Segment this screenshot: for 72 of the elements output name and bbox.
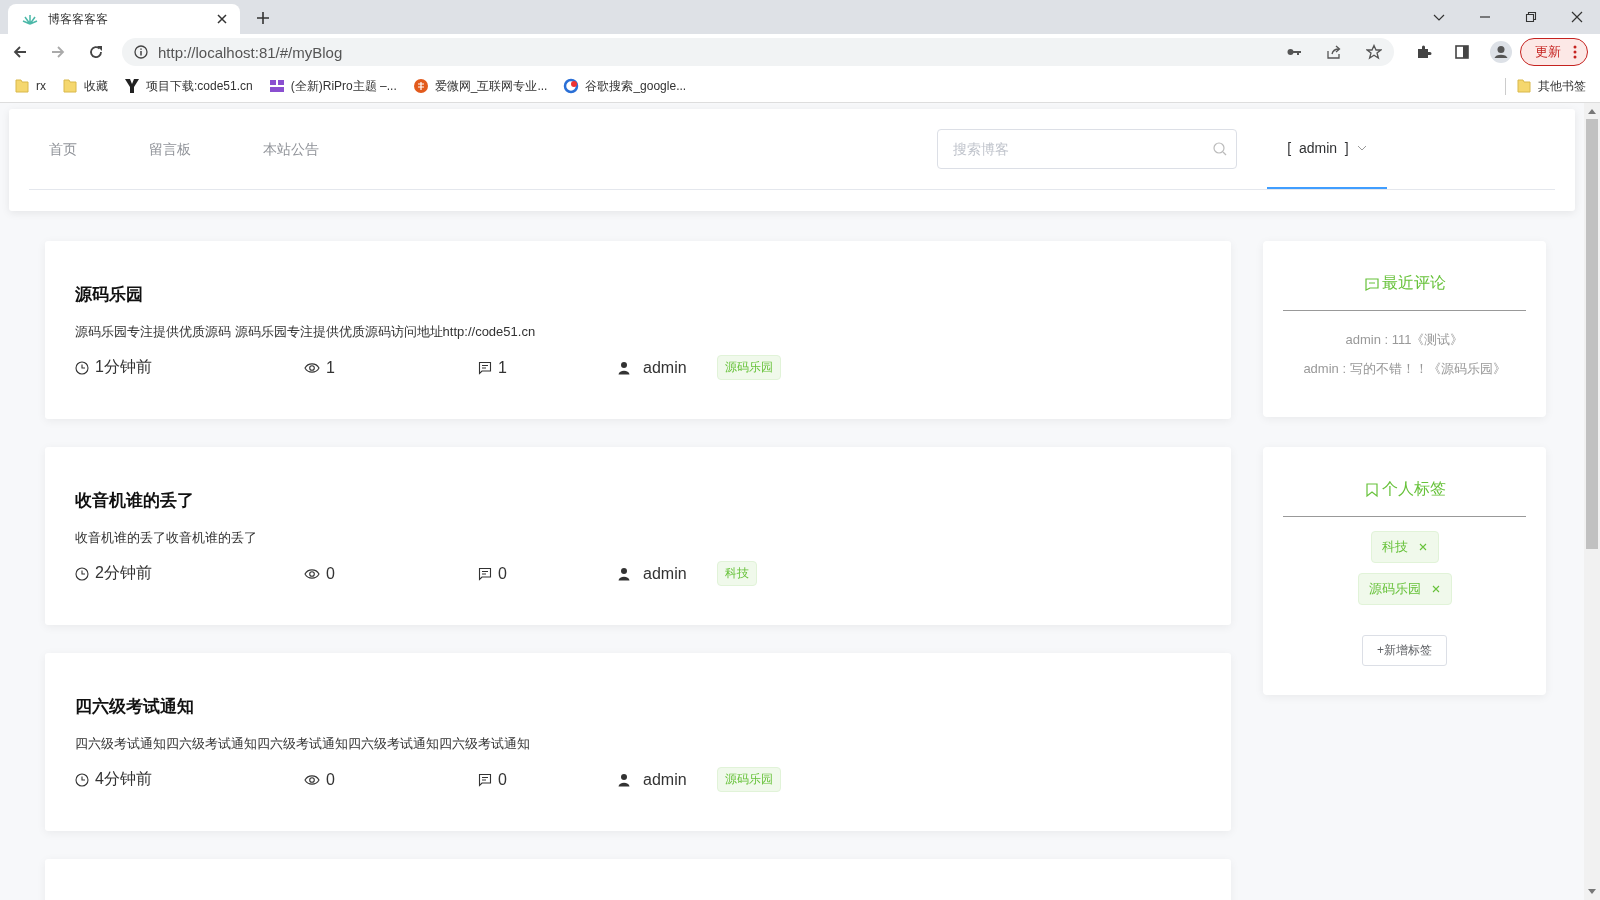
restore-icon[interactable]: [1525, 11, 1537, 23]
comment-icon: [478, 566, 492, 581]
post-title[interactable]: 四六级考试通知: [75, 695, 1201, 718]
bookmark[interactable]: rx: [14, 78, 46, 94]
chat-icon: [1363, 275, 1380, 292]
close-icon[interactable]: [1571, 11, 1583, 23]
comment-icon: [478, 772, 492, 787]
post-time: 2分钟前: [95, 563, 152, 583]
url-text: http://localhost:81/#/myBlog: [158, 43, 343, 61]
card-title: 最近评论: [1381, 273, 1446, 293]
browser-tab[interactable]: 博客客客客: [8, 4, 240, 34]
address-bar[interactable]: http://localhost:81/#/myBlog: [122, 38, 1394, 66]
plus-icon[interactable]: [256, 11, 270, 25]
side-panel-icon[interactable]: [1454, 44, 1470, 60]
info-icon: [134, 45, 148, 59]
post-time: 1分钟前: [95, 357, 152, 377]
view-count: 0: [326, 770, 335, 789]
bookmark[interactable]: 爱微网_互联网专业...: [412, 77, 548, 95]
post-time: 4分钟前: [95, 769, 152, 789]
y-logo-icon: [124, 78, 140, 94]
reload-icon[interactable]: [88, 44, 104, 60]
post-author: admin: [643, 564, 687, 583]
kebab-menu-icon: [1573, 45, 1577, 59]
folder-icon: [62, 78, 78, 94]
close-icon[interactable]: [216, 13, 228, 25]
post-summary: 收音机谁的丢了收音机谁的丢了: [75, 529, 258, 547]
puzzle-icon[interactable]: [1416, 44, 1432, 60]
view-count: 0: [326, 564, 335, 583]
update-button[interactable]: 更新: [1520, 38, 1588, 66]
post-summary: 源码乐园专注提供优质源码 源码乐园专注提供优质源码访问地址http://code51.cn: [75, 323, 537, 341]
user-icon: [617, 566, 631, 581]
bookmark[interactable]: 收藏: [62, 77, 108, 95]
comment-count: 1: [498, 358, 507, 377]
star-icon[interactable]: [1366, 44, 1382, 60]
search-field[interactable]: 搜索博客: [937, 129, 1237, 169]
arrow-up-icon[interactable]: [1588, 108, 1596, 114]
clock-icon: [75, 566, 89, 581]
scrollbar-thumb[interactable]: [1586, 119, 1598, 549]
post-summary: 四六级考试通知四六级考试通知四六级考试通知四六级考试通知四六级考试通知: [75, 735, 531, 753]
arrow-down-icon[interactable]: [1588, 889, 1596, 895]
comment-count: 0: [498, 770, 507, 789]
user-icon: [617, 772, 631, 787]
tab-title: 博客客客客: [48, 10, 109, 28]
folder-icon: [14, 78, 30, 94]
ring-logo-icon: [563, 78, 580, 94]
search-icon: [1213, 142, 1227, 156]
post-author: admin: [643, 770, 687, 789]
clock-icon: [75, 772, 89, 787]
post-title[interactable]: 收音机谁的丢了: [75, 489, 1201, 512]
circle-logo-icon: [412, 78, 429, 94]
post-author: admin: [643, 358, 687, 377]
bookmark[interactable]: 项目下载:code51.cn: [124, 77, 253, 95]
post-title[interactable]: 源码乐园: [75, 283, 1201, 306]
chevron-down-icon: [1356, 143, 1367, 153]
clock-icon: [75, 360, 89, 375]
user-icon: [617, 360, 631, 375]
scrollbar[interactable]: [1584, 103, 1600, 900]
bookmark[interactable]: (全新)RiPro主题 –...: [268, 77, 397, 95]
share-icon[interactable]: [1326, 44, 1342, 60]
add-tag-button[interactable]: +新增标签: [1362, 635, 1447, 666]
site-logo-icon: [268, 78, 285, 94]
comment-icon: [478, 360, 492, 375]
bookmark[interactable]: 其他书签: [1505, 77, 1586, 95]
user-menu[interactable]: [ admin ]: [1267, 109, 1387, 189]
card-title: 个人标签: [1381, 479, 1446, 499]
bookmark[interactable]: 谷歌搜索_google...: [563, 77, 687, 95]
folder-icon: [1516, 78, 1532, 94]
back-arrow-icon[interactable]: [12, 44, 28, 60]
comment-count: 0: [498, 564, 507, 583]
view-count: 1: [326, 358, 335, 377]
profile-icon[interactable]: [1490, 41, 1512, 63]
bookmark-icon: [1363, 481, 1380, 498]
